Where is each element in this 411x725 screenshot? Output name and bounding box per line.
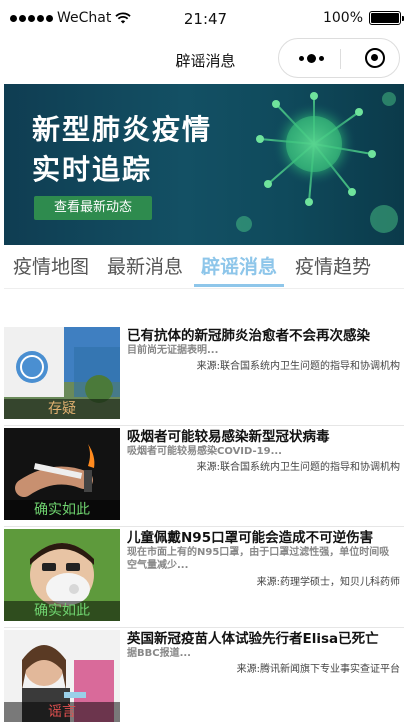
rumor-list: 存疑 已有抗体的新冠肺炎治愈者不会再次感染 目前尚无证据表明... 来源:联合国… [4,325,404,725]
item-title: 已有抗体的新冠肺炎治愈者不会再次感染 [127,328,370,344]
tab-rumor-debunk[interactable]: 辟谣消息 [192,245,286,288]
list-item[interactable]: 确实如此 吸烟者可能较易感染新型冠状病毒 吸烟者可能较易感染COVID-19..… [4,426,404,527]
item-source: 来源:腾讯新闻旗下专业事实查证平台 [236,664,400,675]
verdict-tag: 存疑 [4,399,120,419]
banner-title-line2: 实时追踪 [32,153,153,186]
list-item[interactable]: 谣言 英国新冠疫苗人体试验先行者Elisa已死亡 据BBC报道... 来源:腾讯… [4,628,404,725]
status-bar: WeChat 21:47 100% [0,0,411,38]
item-summary: 现在市面上有的N95口罩，由于口罩过滤性强，单位时间吸空气量减少... [127,547,390,571]
nav-bar: 辟谣消息 [0,38,411,84]
item-source: 来源:联合国系统内卫生问题的指导和协调机构 [196,361,400,372]
item-summary: 吸烟者可能较易感染COVID-19... [127,446,282,457]
item-thumbnail: 谣言 [4,630,120,722]
verdict-tag: 确实如此 [4,500,120,520]
item-title: 吸烟者可能较易感染新型冠状病毒 [127,429,330,445]
item-thumbnail: 确实如此 [4,428,120,520]
miniprogram-capsule [278,38,400,78]
banner-title-line1: 新型肺炎疫情 [32,113,213,146]
verdict-tag: 谣言 [4,702,120,722]
tab-latest-news[interactable]: 最新消息 [98,245,192,288]
item-thumbnail: 存疑 [4,327,120,419]
battery-percent: 100% [322,10,363,26]
list-item[interactable]: 确实如此 儿童佩戴N95口罩可能会造成不可逆伤害 现在市面上有的N95口罩，由于… [4,527,404,628]
capsule-divider [340,49,341,69]
item-source: 来源:药理学硕士，知贝儿科药师 [256,577,400,588]
tab-epidemic-map[interactable]: 疫情地图 [4,245,98,288]
battery-indicator: 100% [322,10,404,26]
battery-icon [369,11,404,25]
item-source: 来源:联合国系统内卫生问题的指导和协调机构 [196,462,400,473]
close-miniprogram-icon[interactable] [365,48,385,68]
tab-epidemic-trend[interactable]: 疫情趋势 [286,245,380,288]
epidemic-banner[interactable]: 新型肺炎疫情 实时追踪 查看最新动态 [4,84,404,245]
view-latest-button[interactable]: 查看最新动态 [34,196,152,220]
category-tabs: 疫情地图 最新消息 辟谣消息 疫情趋势 [4,245,404,289]
item-thumbnail: 确实如此 [4,529,120,621]
item-title: 英国新冠疫苗人体试验先行者Elisa已死亡 [127,631,379,647]
list-item[interactable]: 存疑 已有抗体的新冠肺炎治愈者不会再次感染 目前尚无证据表明... 来源:联合国… [4,325,404,426]
verdict-tag: 确实如此 [4,601,120,621]
item-summary: 目前尚无证据表明... [127,345,219,356]
item-title: 儿童佩戴N95口罩可能会造成不可逆伤害 [127,530,374,546]
item-summary: 据BBC报道... [127,648,191,659]
virus-illustration [236,92,398,233]
more-icon[interactable] [299,53,324,63]
